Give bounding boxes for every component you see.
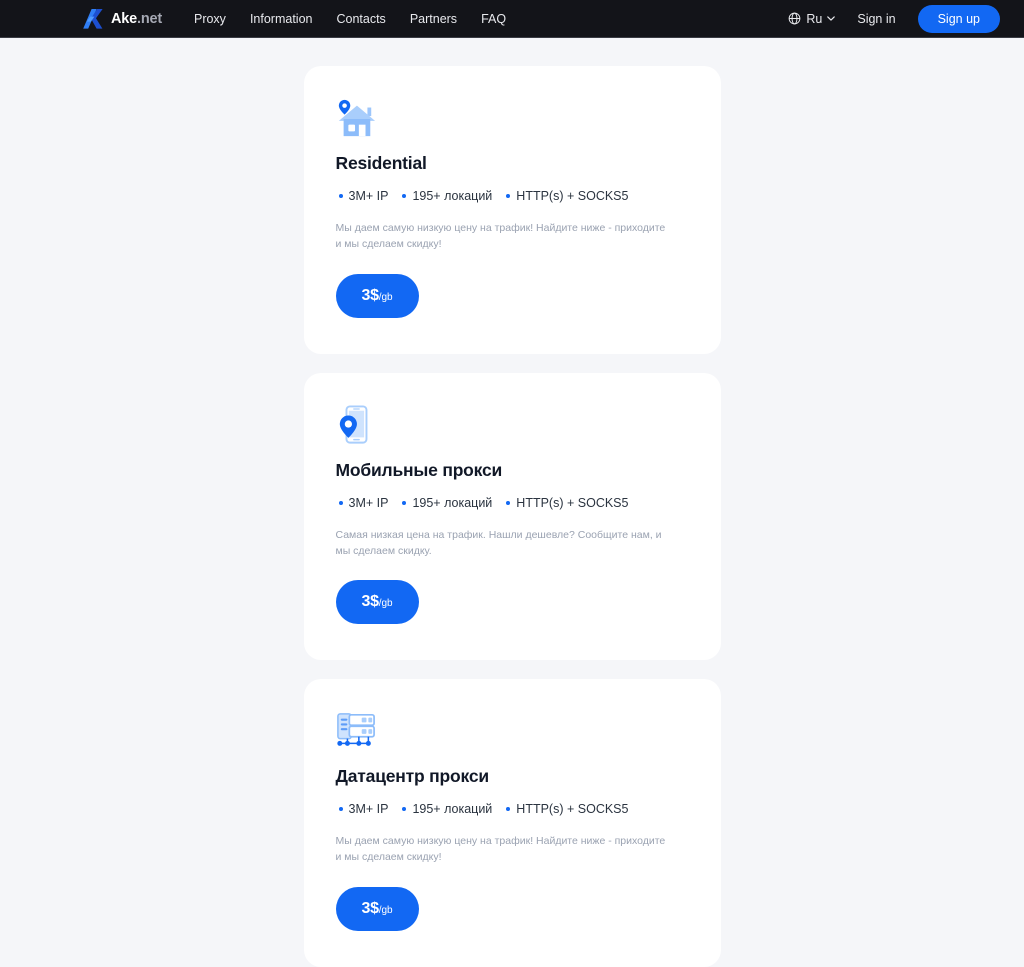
card-description: Мы даем самую низкую цену на трафик! Най… xyxy=(335,222,666,251)
price-button[interactable]: 3$ /gb xyxy=(335,273,419,318)
price-unit: /gb xyxy=(378,291,393,303)
nav-item-information[interactable]: Information xyxy=(250,12,313,26)
language-label: Ru xyxy=(806,11,823,26)
card-title: Датацентр прокси xyxy=(335,766,490,787)
bullet-dot-icon xyxy=(506,194,511,198)
bullet-dot-icon xyxy=(506,807,511,812)
bullet-dot-icon xyxy=(402,500,407,505)
sign-in-link[interactable]: Sign in xyxy=(857,12,895,26)
bullet-dot-icon xyxy=(402,807,407,812)
price-unit: /gb xyxy=(378,904,393,916)
brand-name-tld: .net xyxy=(137,10,162,27)
plan-card-datacenter: Датацентр прокси 3M+ IP 195+ локаций HTT… xyxy=(303,679,721,967)
plan-card-mobile: Мобильные прокси 3M+ IP 195+ локаций HTT… xyxy=(303,372,721,661)
house-location-pin-icon xyxy=(338,99,375,137)
feature-label: 3M+ IP xyxy=(348,802,389,817)
plan-card-residential: Residential 3M+ IP 195+ локаций HTTP(s) … xyxy=(303,66,721,354)
globe-icon xyxy=(789,12,801,25)
site-header: Ake.net Proxy Information Contacts Partn… xyxy=(0,0,1024,38)
feature-label: 3M+ IP xyxy=(348,495,389,510)
price-amount: 3$ xyxy=(361,286,380,304)
feature-item: 195+ локаций xyxy=(402,496,492,510)
ake-logo-icon xyxy=(83,8,103,29)
feature-label: 195+ локаций xyxy=(412,802,493,817)
feature-item: HTTP(s) + SOCKS5 xyxy=(506,189,628,203)
feature-item: 195+ локаций xyxy=(402,189,492,203)
nav-item-faq[interactable]: FAQ xyxy=(481,12,506,26)
brand-name: Ake.net xyxy=(111,11,162,27)
feature-item: 195+ локаций xyxy=(402,802,492,816)
datacenter-server-rack-icon xyxy=(336,713,375,746)
nav-item-partners[interactable]: Partners xyxy=(410,12,457,26)
bullet-dot-icon xyxy=(506,500,511,505)
feature-item: 3M+ IP xyxy=(338,495,389,510)
header-actions: Ru Sign in Sign up xyxy=(788,4,1000,33)
feature-label: 195+ локаций xyxy=(412,495,493,510)
card-title: Residential xyxy=(335,153,427,173)
brand-name-main: Ake xyxy=(111,10,137,27)
brand-logo[interactable]: Ake.net xyxy=(82,8,162,29)
feature-item: 3M+ IP xyxy=(338,189,389,203)
price-unit: /gb xyxy=(378,598,393,610)
feature-label: 195+ локаций xyxy=(412,189,493,203)
feature-list: 3M+ IP 195+ локаций HTTP(s) + SOCKS5 xyxy=(336,189,689,203)
main-navigation: Proxy Information Contacts Partners FAQ xyxy=(194,12,506,26)
bullet-dot-icon xyxy=(338,194,343,198)
feature-list: 3M+ IP 195+ локаций HTTP(s) + SOCKS5 xyxy=(336,496,689,510)
price-button[interactable]: 3$ /gb xyxy=(335,886,419,931)
bullet-dot-icon xyxy=(402,194,407,198)
bullet-dot-icon xyxy=(338,500,343,505)
feature-item: HTTP(s) + SOCKS5 xyxy=(506,496,628,510)
mobile-phone-location-pin-icon xyxy=(339,405,367,444)
sign-up-button[interactable]: Sign up xyxy=(917,4,1000,33)
bullet-dot-icon xyxy=(338,807,343,812)
card-description: Самая низкая цена на трафик. Нашли дешев… xyxy=(335,528,662,557)
feature-item: HTTP(s) + SOCKS5 xyxy=(506,802,628,816)
feature-list: 3M+ IP 195+ локаций HTTP(s) + SOCKS5 xyxy=(336,802,689,816)
plans-list: Residential 3M+ IP 195+ локаций HTTP(s) … xyxy=(0,38,1024,967)
feature-label: HTTP(s) + SOCKS5 xyxy=(516,802,629,817)
price-button[interactable]: 3$ /gb xyxy=(335,580,419,625)
chevron-down-icon xyxy=(827,16,836,21)
feature-label: 3M+ IP xyxy=(348,189,389,203)
nav-item-contacts[interactable]: Contacts xyxy=(336,12,385,26)
card-title: Мобильные прокси xyxy=(335,459,503,480)
nav-item-proxy[interactable]: Proxy xyxy=(194,12,226,26)
feature-label: HTTP(s) + SOCKS5 xyxy=(516,495,629,510)
price-amount: 3$ xyxy=(361,593,380,611)
feature-item: 3M+ IP xyxy=(338,802,389,817)
language-switcher[interactable]: Ru xyxy=(788,11,836,26)
price-amount: 3$ xyxy=(361,899,380,917)
feature-label: HTTP(s) + SOCKS5 xyxy=(516,189,629,203)
card-description: Мы даем самую низкую цену на трафик! Най… xyxy=(335,835,666,864)
